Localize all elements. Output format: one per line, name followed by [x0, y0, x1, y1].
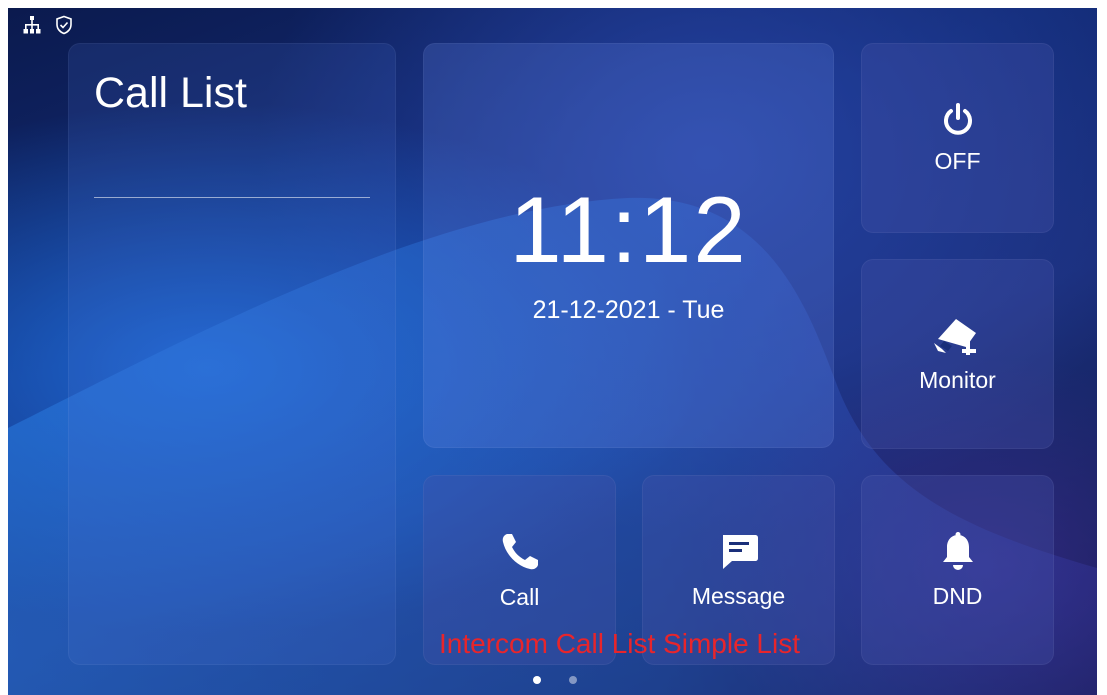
home-screen: Call List 11:12 21-12-2021 - Tue OFF Mon…	[8, 8, 1097, 695]
phone-icon	[502, 533, 538, 569]
monitor-label: Monitor	[919, 366, 996, 393]
clock-panel: 11:12 21-12-2021 - Tue	[423, 43, 834, 448]
dnd-label: DND	[932, 582, 983, 609]
power-label: OFF	[934, 147, 981, 174]
network-icon	[23, 16, 41, 34]
page-dot-1[interactable]	[533, 676, 541, 684]
call-list-panel: Call List	[68, 43, 396, 665]
page-indicator[interactable]	[533, 676, 577, 684]
camera-icon	[933, 318, 976, 355]
status-bar	[22, 12, 74, 38]
power-button[interactable]: OFF	[861, 43, 1054, 233]
page-dot-2[interactable]	[569, 676, 577, 684]
call-label: Call	[499, 583, 540, 610]
call-button[interactable]: Call	[423, 475, 616, 665]
clock-time: 11:12	[509, 177, 748, 282]
shield-check-icon	[56, 15, 72, 35]
bell-icon	[942, 531, 973, 570]
monitor-button[interactable]: Monitor	[861, 259, 1054, 449]
clock-date: 21-12-2021 - Tue	[532, 296, 725, 324]
dnd-button[interactable]: DND	[861, 475, 1054, 665]
call-list-title: Call List	[94, 69, 247, 117]
call-list-divider	[94, 197, 370, 198]
message-button[interactable]: Message	[642, 475, 835, 665]
message-icon	[722, 534, 758, 569]
power-icon	[943, 102, 972, 135]
message-label: Message	[691, 582, 786, 609]
